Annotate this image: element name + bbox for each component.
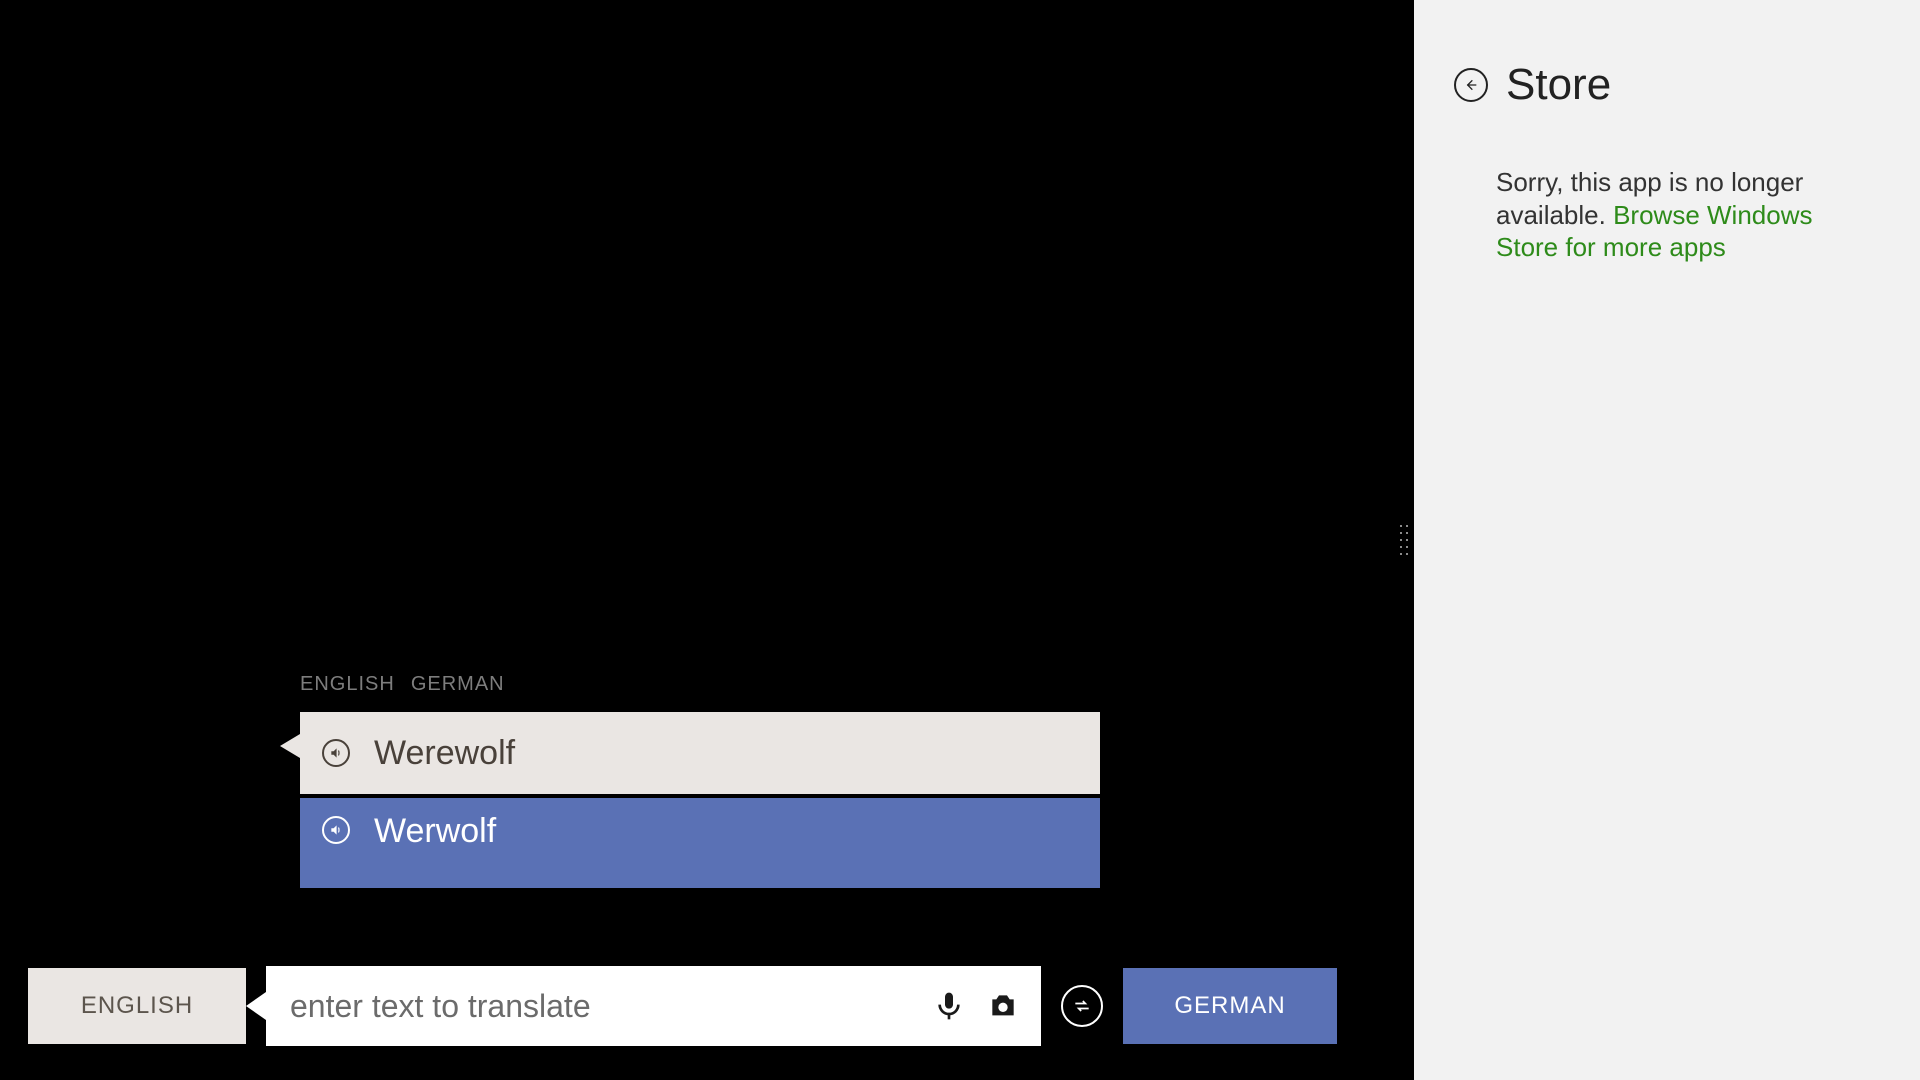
speaker-icon[interactable]	[322, 739, 350, 767]
input-row: ENGLISH GERMAN	[28, 968, 1366, 1044]
speaker-icon[interactable]	[322, 816, 350, 844]
translate-input[interactable]	[266, 966, 933, 1046]
target-language-button[interactable]: GERMAN	[1123, 968, 1337, 1044]
store-header: Store	[1454, 60, 1880, 110]
pair-target: GERMAN	[411, 673, 505, 696]
swap-languages-button[interactable]	[1061, 985, 1103, 1027]
snap-divider[interactable]	[1394, 0, 1414, 1080]
camera-icon[interactable]	[987, 990, 1019, 1022]
language-pair-label: ENGLISH GERMAN	[300, 673, 505, 696]
source-language-button[interactable]: ENGLISH	[28, 968, 246, 1044]
microphone-icon[interactable]	[933, 990, 965, 1022]
back-button[interactable]	[1454, 68, 1488, 102]
store-panel: Store Sorry, this app is no longer avail…	[1414, 0, 1920, 1080]
pair-source: ENGLISH	[300, 673, 395, 696]
store-message: Sorry, this app is no longer available. …	[1496, 166, 1866, 264]
store-title: Store	[1506, 60, 1611, 110]
drag-handle-icon	[1400, 525, 1408, 555]
target-bubble[interactable]: Werwolf	[300, 798, 1100, 888]
target-text: Werwolf	[374, 812, 496, 851]
translate-input-container	[266, 966, 1041, 1046]
source-text: Werewolf	[374, 734, 515, 773]
translator-app: ENGLISH GERMAN Werewolf Werwolf ENGLISH	[0, 0, 1394, 1080]
input-icon-group	[933, 990, 1041, 1022]
source-bubble[interactable]: Werewolf	[300, 712, 1100, 794]
